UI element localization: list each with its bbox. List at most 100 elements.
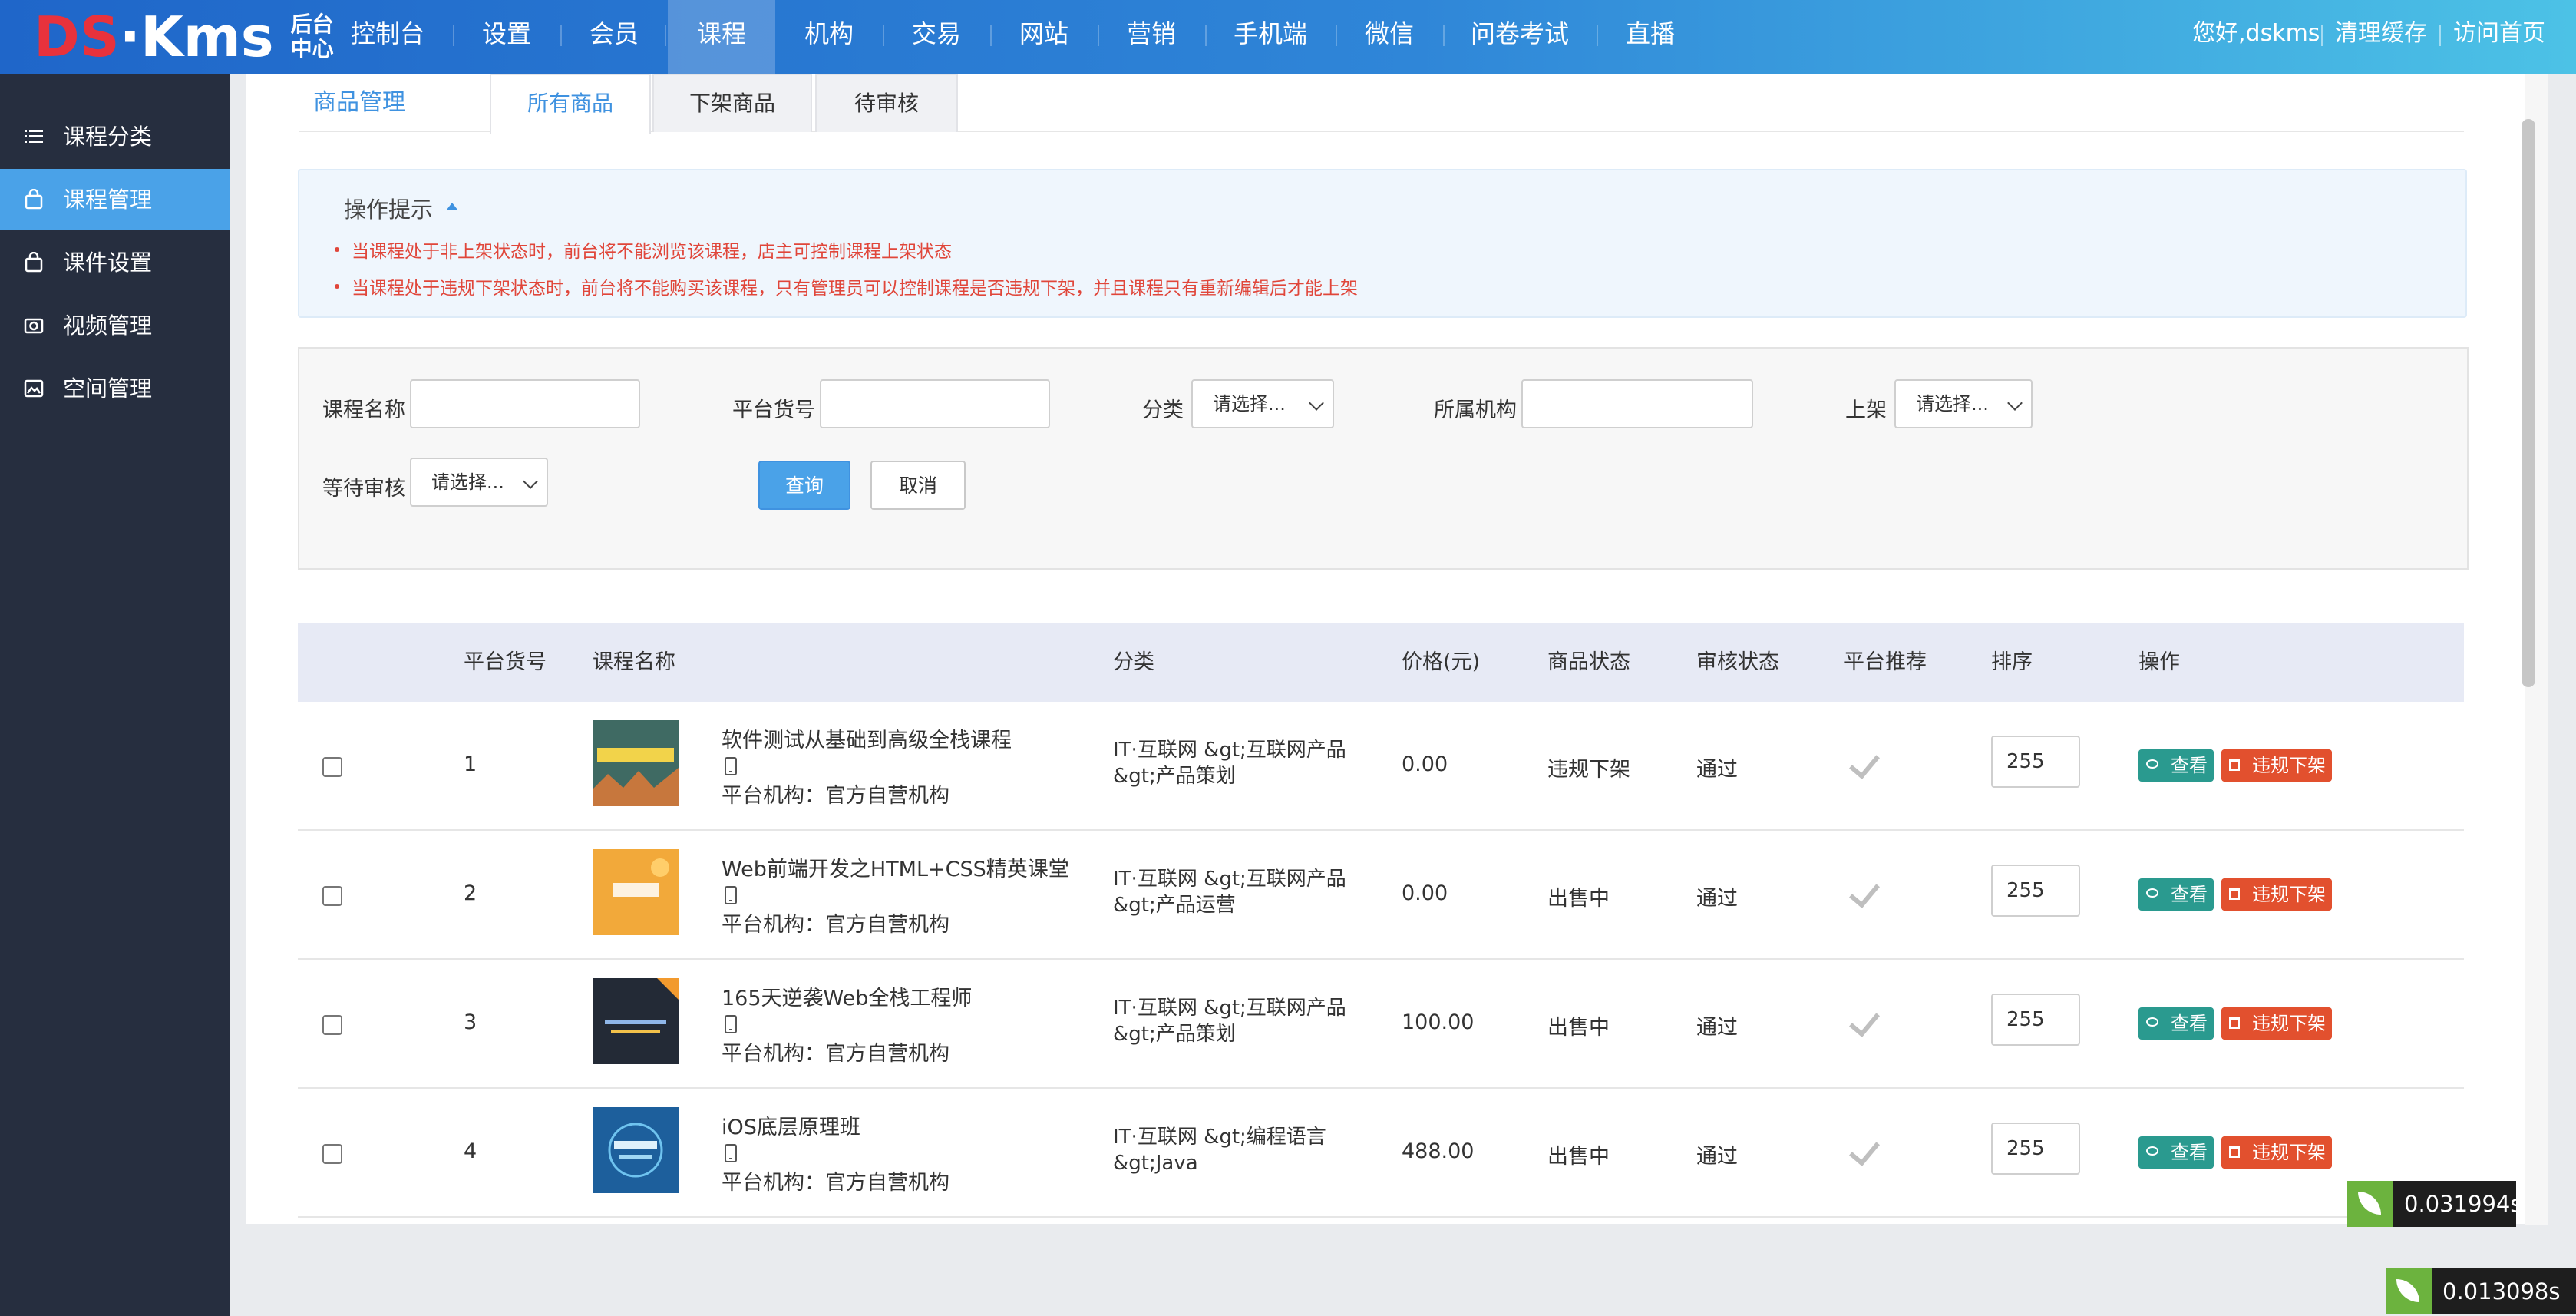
- row-platform-no: 3: [464, 1010, 477, 1034]
- course-thumbnail[interactable]: [593, 1107, 679, 1193]
- audit-status: 通过: [1696, 1145, 1738, 1169]
- nav-item-institutions[interactable]: 机构: [775, 0, 883, 74]
- sort-input[interactable]: 255: [1991, 865, 2080, 917]
- perf-badge: 0.031994s: [2347, 1181, 2522, 1227]
- sidebar-item-courseware-settings[interactable]: 课件设置: [0, 232, 230, 293]
- course-name[interactable]: 软件测试从基础到高级全栈课程: [722, 723, 1012, 753]
- violation-delist-button[interactable]: 违规下架: [2221, 1007, 2332, 1040]
- sort-input[interactable]: 255: [1991, 1123, 2080, 1175]
- mobile-icon: [725, 757, 737, 775]
- listed-select[interactable]: 请选择...: [1894, 379, 2033, 428]
- table-row: 4 iOS底层原理班 平台机构：官方自营机构 IT·互联网 &gt;编程语言 &…: [298, 1089, 2464, 1218]
- sidebar-item-course-category[interactable]: 课程分类: [0, 106, 230, 167]
- row-checkbox[interactable]: [322, 1144, 342, 1164]
- nav-item-wechat[interactable]: 微信: [1343, 0, 1435, 74]
- tips-title[interactable]: 操作提示: [344, 192, 433, 224]
- sort-input[interactable]: 255: [1991, 736, 2080, 788]
- row-checkbox[interactable]: [322, 757, 342, 777]
- listed-label: 上架: [1845, 398, 1887, 422]
- col-price: 价格(元): [1402, 650, 1481, 674]
- product-status: 出售中: [1547, 1016, 1610, 1040]
- nav-item-courses[interactable]: 课程: [668, 0, 775, 74]
- sidebar-item-space-management[interactable]: 空间管理: [0, 358, 230, 419]
- table-header: 平台货号 课程名称 分类 价格(元) 商品状态 审核状态 平台推荐 排序 操作: [298, 623, 2464, 702]
- audit-status: 通过: [1696, 1016, 1738, 1040]
- nav-item-trading[interactable]: 交易: [890, 0, 983, 74]
- course-org: 平台机构：官方自营机构: [722, 913, 949, 937]
- top-nav-bar: DS·Kms 后台中心 控制台 设置 会员 课程 机构 交易 网站 营销 手机端…: [0, 0, 2576, 74]
- sort-input[interactable]: 255: [1991, 994, 2080, 1046]
- audit-status: 通过: [1696, 887, 1738, 911]
- category-select[interactable]: 请选择...: [1191, 379, 1334, 428]
- visit-home-link[interactable]: 访问首页: [2453, 0, 2545, 74]
- camera-icon: [24, 318, 44, 334]
- col-course-name: 课程名称: [593, 650, 675, 674]
- view-button[interactable]: 查看: [2138, 749, 2214, 782]
- sidebar-item-label: 课件设置: [63, 250, 153, 276]
- caret-up-icon[interactable]: [447, 203, 457, 210]
- bag-icon: [25, 252, 43, 273]
- org-input[interactable]: [1521, 379, 1753, 428]
- logo[interactable]: DS·Kms 后台中心: [34, 0, 337, 74]
- course-thumbnail[interactable]: [593, 720, 679, 806]
- image-icon: [24, 379, 44, 398]
- course-name-input[interactable]: [410, 379, 640, 428]
- scrollbar-thumb[interactable]: [2522, 119, 2535, 687]
- violation-delist-button[interactable]: 违规下架: [2221, 1136, 2332, 1169]
- platform-no-input[interactable]: [820, 379, 1050, 428]
- row-checkbox[interactable]: [322, 886, 342, 906]
- cancel-button[interactable]: 取消: [870, 461, 966, 510]
- mobile-icon: [725, 886, 737, 904]
- tip-line: 当课程处于违规下架状态时，前台将不能购买该课程，只有管理员可以控制课程是否违规下…: [352, 279, 1358, 299]
- recommend-check-icon[interactable]: [1849, 747, 1880, 779]
- leaf-icon: [2386, 1268, 2432, 1314]
- eye-icon: [2146, 1146, 2158, 1156]
- tab-pending-review[interactable]: 待审核: [815, 74, 958, 132]
- sidebar-item-label: 课程管理: [63, 187, 153, 213]
- trash-icon: [2229, 888, 2240, 900]
- mobile-icon: [725, 1144, 737, 1162]
- query-button[interactable]: 查询: [758, 461, 850, 510]
- course-name[interactable]: Web前端开发之HTML+CSS精英课堂: [722, 852, 1069, 882]
- sidebar-item-label: 视频管理: [63, 312, 153, 339]
- sidebar-item-course-management[interactable]: 课程管理: [0, 169, 230, 230]
- nav-item-dashboard[interactable]: 控制台: [330, 0, 445, 74]
- row-platform-no: 1: [464, 752, 477, 776]
- violation-delist-button[interactable]: 违规下架: [2221, 878, 2332, 911]
- product-status: 违规下架: [1547, 758, 1630, 782]
- logo-wordmark: DS·Kms: [34, 5, 274, 69]
- course-thumbnail[interactable]: [593, 978, 679, 1064]
- bullet-icon: [335, 284, 339, 289]
- tab-delisted-products[interactable]: 下架商品: [652, 74, 812, 132]
- table-row: 3 165天逆袭Web全栈工程师 平台机构：官方自营机构 IT·互联网 &gt;…: [298, 960, 2464, 1089]
- course-name[interactable]: 165天逆袭Web全栈工程师: [722, 981, 972, 1011]
- org-label: 所属机构: [1434, 398, 1517, 422]
- row-checkbox[interactable]: [322, 1015, 342, 1035]
- nav-item-live[interactable]: 直播: [1604, 0, 1696, 74]
- view-button[interactable]: 查看: [2138, 1136, 2214, 1169]
- user-greeting[interactable]: 您好,dskms: [2192, 0, 2320, 74]
- nav-item-website[interactable]: 网站: [998, 0, 1090, 74]
- violation-delist-button[interactable]: 违规下架: [2221, 749, 2332, 782]
- col-audit-status: 审核状态: [1696, 650, 1779, 674]
- recommend-check-icon[interactable]: [1849, 1005, 1880, 1037]
- course-thumbnail[interactable]: [593, 849, 679, 935]
- sidebar-item-video-management[interactable]: 视频管理: [0, 295, 230, 356]
- nav-item-settings[interactable]: 设置: [461, 0, 553, 74]
- view-button[interactable]: 查看: [2138, 878, 2214, 911]
- nav-item-marketing[interactable]: 营销: [1105, 0, 1197, 74]
- nav-item-members[interactable]: 会员: [568, 0, 660, 74]
- nav-item-exam[interactable]: 问卷考试: [1451, 0, 1589, 74]
- course-org: 平台机构：官方自营机构: [722, 1042, 949, 1066]
- pending-select[interactable]: 请选择...: [410, 458, 548, 507]
- recommend-check-icon[interactable]: [1849, 876, 1880, 908]
- search-filter-form: 课程名称 平台货号 分类 请选择... 所属机构 上架 请选择... 等待审核 …: [298, 347, 2469, 570]
- page-title: 商品管理: [313, 89, 405, 116]
- recommend-check-icon[interactable]: [1849, 1134, 1880, 1166]
- view-button[interactable]: 查看: [2138, 1007, 2214, 1040]
- trash-icon: [2229, 759, 2240, 771]
- tab-all-products[interactable]: 所有商品: [490, 74, 651, 134]
- clear-cache-link[interactable]: 清理缓存: [2335, 0, 2427, 74]
- nav-item-mobile[interactable]: 手机端: [1213, 0, 1328, 74]
- course-name[interactable]: iOS底层原理班: [722, 1110, 860, 1140]
